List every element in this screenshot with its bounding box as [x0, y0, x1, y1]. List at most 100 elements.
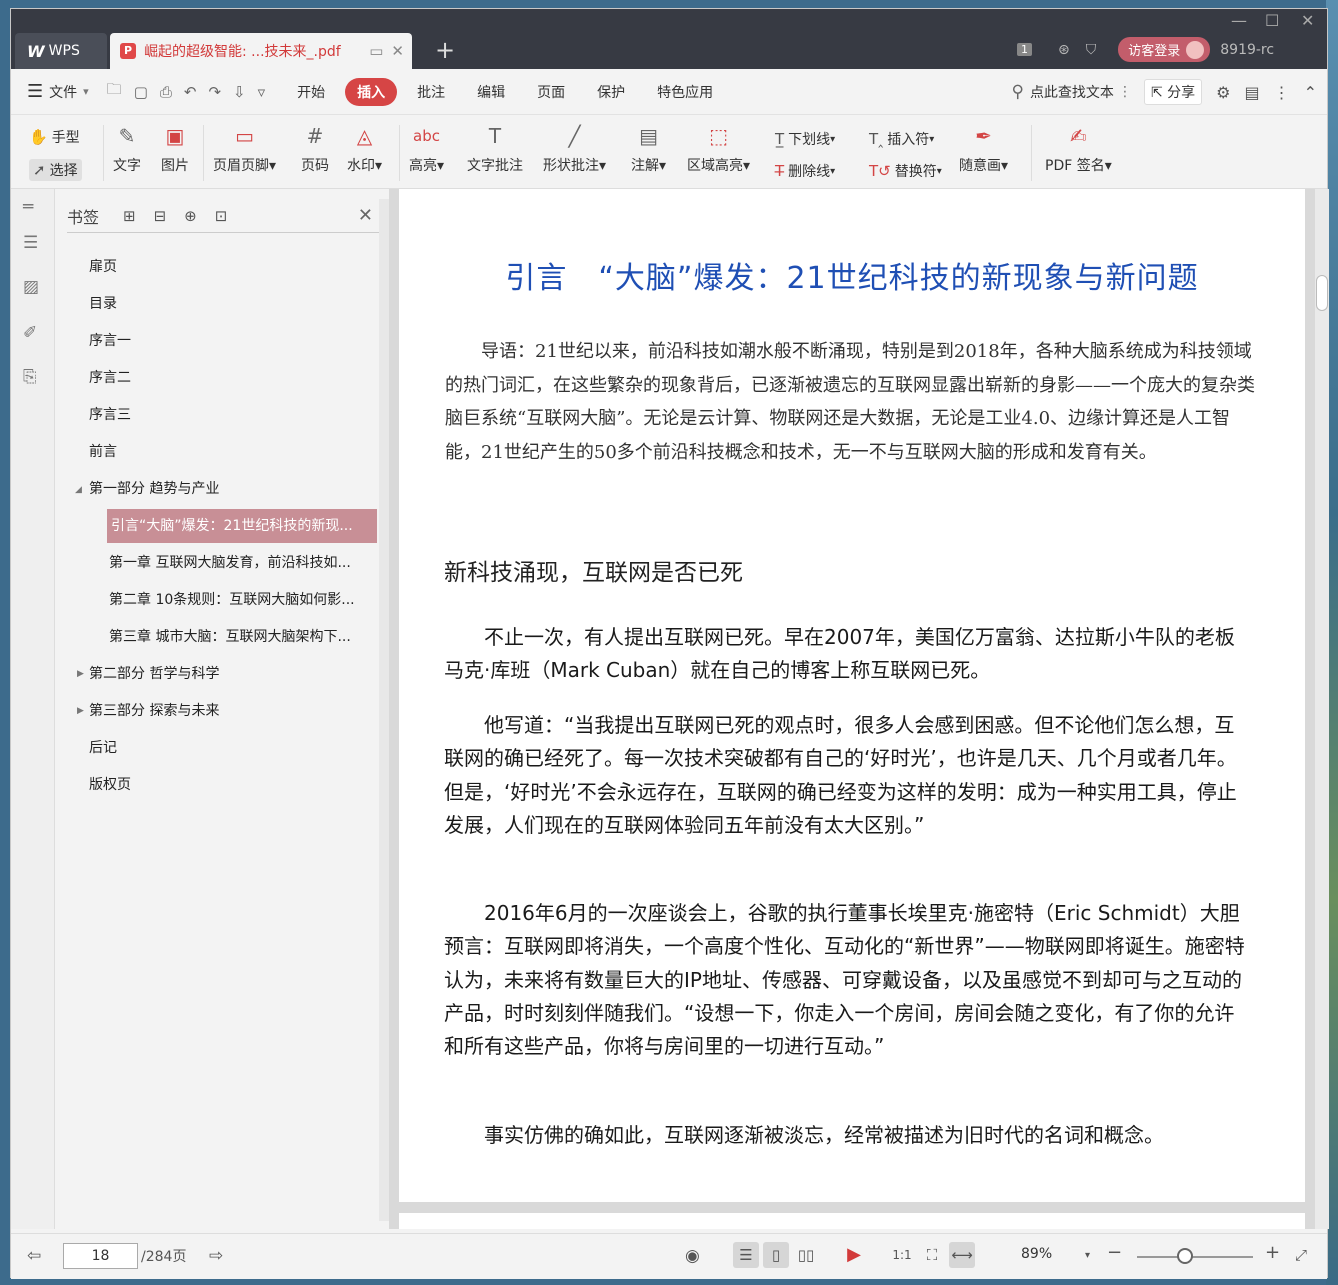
shape-comment-button[interactable]: ╱ 形状批注▾ — [543, 121, 606, 175]
tab-page[interactable]: 页面 — [525, 78, 577, 106]
fit-page-icon[interactable]: ⛶ — [919, 1242, 945, 1268]
bookmark-settings-icon[interactable]: ⊡ — [215, 207, 228, 225]
search-more-icon[interactable]: ⋮ — [1118, 84, 1132, 100]
strikethrough-button[interactable]: T̶ 删除线 ▾ — [775, 161, 835, 181]
fit-width-icon[interactable]: ⟷ — [949, 1242, 975, 1268]
maximize-icon[interactable]: ☐ — [1265, 11, 1279, 30]
share-button[interactable]: ⇱ 分享 — [1143, 79, 1203, 105]
window-count-badge[interactable]: 1 — [1017, 43, 1032, 56]
tab-insert[interactable]: 插入 — [345, 77, 398, 106]
close-window-icon[interactable]: ✕ — [1301, 11, 1314, 30]
freehand-button[interactable]: ✒ 随意画▾ — [959, 121, 1008, 175]
search-text-input[interactable]: 点此查找文本 — [1030, 82, 1114, 102]
tab-special-apps[interactable]: 特色应用 — [645, 78, 725, 106]
bookmark-item[interactable]: 序言二 — [89, 361, 131, 395]
more-vertical-icon[interactable]: ⋮ — [1274, 83, 1290, 102]
zoom-out-icon[interactable]: − — [1107, 1242, 1122, 1263]
document-view[interactable]: 引言 “大脑”爆发：21世纪科技的新现象与新问题 导语：21世纪以来，前沿科技如… — [389, 189, 1315, 1229]
zoom-in-icon[interactable]: + — [1265, 1242, 1280, 1263]
tab-wps-home[interactable]: W WPS — [15, 33, 107, 69]
play-slideshow-icon[interactable]: ▶ — [841, 1242, 867, 1268]
tab-start[interactable]: 开始 — [285, 78, 337, 106]
print-icon[interactable]: ⎙ — [160, 83, 172, 101]
replace-mark-button[interactable]: T↺ 替换符 ▾ — [869, 161, 942, 181]
bookmark-item[interactable]: 第三部分 探索与未来 — [89, 694, 219, 728]
more-dropdown-icon[interactable]: ▿ — [258, 83, 266, 101]
file-menu[interactable]: ☰ 文件 ▾ — [27, 81, 89, 102]
bookmark-item[interactable]: 第二章 10条规则：互联网大脑如何影... — [109, 583, 377, 617]
bookmark-list-icon[interactable]: ☰ — [23, 233, 38, 253]
bookmark-item[interactable]: 第一章 互联网大脑发育，前沿科技如... — [109, 546, 377, 580]
new-tab-button[interactable]: + — [435, 37, 455, 63]
expanded-caret-icon[interactable]: ◢ — [75, 485, 82, 495]
highlight-button[interactable]: abc 高亮▾ — [409, 121, 444, 175]
collapse-all-icon[interactable]: ⊟ — [154, 207, 167, 225]
shirt-icon[interactable]: ⛉ — [1086, 42, 1097, 58]
collapse-ribbon-icon[interactable]: ⌃ — [1304, 83, 1317, 102]
undo-icon[interactable]: ↶ — [184, 83, 197, 101]
panel-divider[interactable] — [379, 199, 389, 1221]
signature-panel-icon[interactable]: ⎘ — [23, 367, 37, 387]
collapsed-caret-icon[interactable]: ▶ — [77, 669, 84, 679]
bookmark-item-selected[interactable]: 引言“大脑”爆发：21世纪科技的新现... — [107, 509, 377, 543]
bookmark-item[interactable]: 序言一 — [89, 324, 131, 358]
bookmark-item[interactable]: 版权页 — [89, 768, 131, 802]
zoom-slider[interactable] — [1137, 1256, 1253, 1258]
page-number-button[interactable]: # 页码 — [301, 121, 329, 175]
double-page-icon[interactable]: ▯▯ — [793, 1242, 819, 1268]
prev-page-icon[interactable]: ⇦ — [27, 1246, 41, 1266]
document-scrollbar[interactable] — [1315, 189, 1329, 1229]
text-comment-button[interactable]: T 文字批注 — [467, 121, 523, 175]
hand-tool-button[interactable]: ✋ 手型 — [29, 127, 80, 147]
save-icon[interactable]: ▢ — [134, 83, 148, 101]
minimize-icon[interactable]: — — [1231, 11, 1247, 30]
next-page-icon[interactable]: ⇨ — [209, 1246, 223, 1266]
monitor-icon[interactable]: ▭ — [369, 42, 383, 60]
insert-image-button[interactable]: ▣ 图片 — [161, 121, 189, 175]
expand-all-icon[interactable]: ⊞ — [123, 207, 136, 225]
insert-mark-button[interactable]: T‸ 插入符 ▾ — [869, 129, 934, 149]
eye-protection-icon[interactable]: ◉ — [685, 1246, 700, 1266]
actual-size-icon[interactable]: 1:1 — [889, 1242, 915, 1268]
continuous-view-icon[interactable]: ☰ — [733, 1242, 759, 1268]
area-highlight-button[interactable]: ⬚ 区域高亮▾ — [687, 121, 750, 175]
note-button[interactable]: ▤ 注解▾ — [631, 121, 666, 175]
zoom-slider-handle[interactable] — [1177, 1248, 1193, 1264]
close-tab-icon[interactable]: ✕ — [391, 42, 404, 60]
zoom-dropdown-icon[interactable]: ▾ — [1085, 1250, 1090, 1261]
select-tool-button[interactable]: ➚ 选择 — [29, 159, 82, 181]
comment-bubble-icon[interactable]: ▤ — [1244, 83, 1259, 102]
bookmark-item[interactable]: 第三章 城市大脑：互联网大脑架构下... — [109, 620, 377, 654]
redo-icon[interactable]: ↷ — [208, 83, 221, 101]
insert-text-button[interactable]: ✎ 文字 — [113, 121, 141, 175]
scrollbar-thumb[interactable] — [1316, 275, 1328, 311]
bookmark-item[interactable]: 后记 — [89, 731, 117, 765]
annotation-icon[interactable]: ✐ — [23, 323, 37, 343]
bookmark-item[interactable]: 第二部分 哲学与科学 — [89, 657, 219, 691]
open-folder-icon[interactable]: 🗀 — [107, 79, 122, 104]
pdf-sign-button[interactable]: ✍ PDF 签名▾ — [1045, 121, 1112, 175]
login-button[interactable]: 访客登录 — [1118, 37, 1211, 62]
thumbnail-icon[interactable]: ▨ — [23, 277, 39, 297]
tab-protect[interactable]: 保护 — [585, 78, 637, 106]
bookmark-item[interactable]: 前言 — [89, 435, 117, 469]
tab-document[interactable]: P 崛起的超级智能: ...技未来_.pdf ▭ ✕ — [110, 33, 412, 69]
underline-button[interactable]: T̲ 下划线 ▾ — [775, 129, 835, 149]
page-number-input[interactable]: 18 — [63, 1243, 138, 1269]
tab-comment[interactable]: 批注 — [405, 78, 457, 106]
header-footer-button[interactable]: ▭ 页眉页脚▾ — [213, 121, 276, 175]
watermark-button[interactable]: ◬ 水印▾ — [347, 121, 382, 175]
collapsed-caret-icon[interactable]: ▶ — [77, 706, 84, 716]
bookmark-item[interactable]: 扉页 — [89, 250, 117, 284]
settings-gear-icon[interactable]: ⚙ — [1216, 83, 1230, 102]
bookmark-item[interactable]: 目录 — [89, 287, 117, 321]
single-page-icon[interactable]: ▯ — [763, 1242, 789, 1268]
fullscreen-icon[interactable]: ⤢ — [1295, 1246, 1307, 1264]
skin-icon[interactable]: ⊛ — [1058, 42, 1070, 58]
bookmark-item[interactable]: 序言三 — [89, 398, 131, 432]
tab-edit[interactable]: 编辑 — [465, 78, 517, 106]
close-panel-icon[interactable]: ✕ — [358, 205, 373, 226]
add-bookmark-icon[interactable]: ⊕ — [184, 207, 197, 225]
export-icon[interactable]: ⇩ — [233, 83, 246, 101]
bookmark-item[interactable]: 第一部分 趋势与产业 — [89, 472, 219, 506]
